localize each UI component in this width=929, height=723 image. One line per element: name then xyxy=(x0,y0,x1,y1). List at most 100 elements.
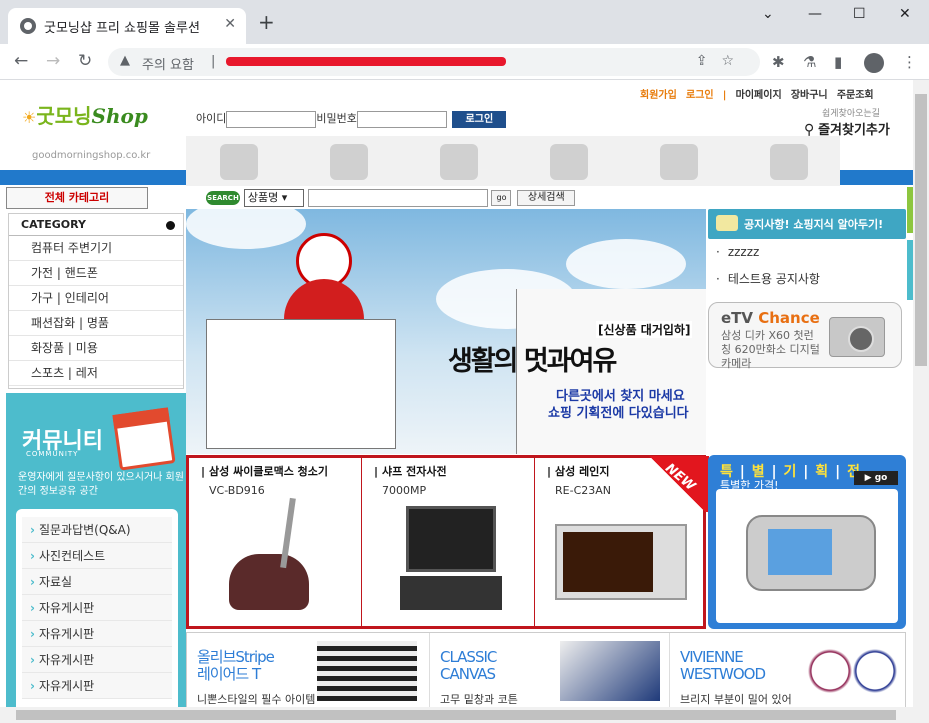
bookmark-widget[interactable]: 쉽게찾아오는길 ⚲ 즐겨찾기추가 xyxy=(804,106,890,138)
cloud xyxy=(566,239,686,289)
vertical-scroll-thumb[interactable] xyxy=(915,94,927,366)
search-go-button[interactable]: go xyxy=(491,190,512,206)
sun-icon: ☀ xyxy=(22,108,37,127)
notice-item[interactable]: 테스트용 공지사항 xyxy=(716,270,820,287)
product-name[interactable]: 삼성 레인지 xyxy=(547,463,609,479)
profile-avatar-icon[interactable] xyxy=(864,53,884,73)
back-arrow-icon[interactable]: ← xyxy=(14,51,28,71)
minimize-icon[interactable]: — xyxy=(808,6,822,22)
lab-flask-icon[interactable]: ⚗ xyxy=(803,53,816,71)
search-type-select[interactable]: 상품명 ▾ xyxy=(243,189,304,207)
etv-chance-banner[interactable]: eTV Chance 삼성 디카 X60 첫런칭 620만화소 디지털카메라 xyxy=(708,302,902,370)
forward-arrow-icon[interactable]: → xyxy=(46,51,60,71)
vacuum-cleaner-image[interactable] xyxy=(229,554,309,610)
category-item[interactable]: 화장품 | 미용 xyxy=(9,336,183,361)
product-card[interactable]: 샤프 전자사전 7000MP xyxy=(362,458,535,626)
promo-card[interactable]: VIVIENNE WESTWOOD 브리지 부분이 밀어 있어 xyxy=(669,633,909,707)
advanced-search-button[interactable]: 상세검색 xyxy=(517,190,576,206)
category-item[interactable]: 패션잡화 | 명품 xyxy=(9,311,183,336)
stripe-shirt-image xyxy=(317,641,417,701)
special-char: 획 xyxy=(815,464,830,480)
vertical-scrollbar[interactable] xyxy=(913,80,929,707)
promo-card[interactable]: 올리브Stripe 레이어드 T 니뽄스타일의 필수 아이템 xyxy=(187,633,427,707)
product-card[interactable]: 삼성 싸이클로맥스 청소기 VC-BD916 xyxy=(189,458,362,626)
search-bar: SEARCH 상품명 ▾ go 상세검색 xyxy=(206,189,576,207)
category-item[interactable]: 스포츠 | 레저 xyxy=(9,361,183,386)
order-lookup-link[interactable]: 주문조회 xyxy=(837,90,874,101)
search-type-value: 상품명 xyxy=(247,191,279,204)
community-item[interactable]: 자유게시판 xyxy=(22,673,172,699)
reload-icon[interactable]: ↻ xyxy=(78,51,92,71)
special-promo[interactable]: 특 | 별 | 기 | 획 | 전 특별한 가격! ▶ go xyxy=(708,455,906,629)
chevron-down-icon[interactable]: ⌄ xyxy=(762,6,774,22)
etv-brand-plain: eTV xyxy=(721,309,754,327)
cart-link[interactable]: 장바구니 xyxy=(791,90,828,101)
community-description: 운영자에게 질문사항이 있으시거나 회원간의 정보공유 공간 xyxy=(18,472,184,497)
browser-tab[interactable]: 굿모닝샵 프리 쇼핑몰 솔루션 ✕ xyxy=(8,8,246,44)
login-button[interactable]: 로그인 xyxy=(452,110,507,128)
security-warning-label[interactable]: 주의 요함 xyxy=(142,54,194,73)
bookmark-small-label: 쉽게찾아오는길 xyxy=(822,109,880,119)
login-link[interactable]: 로그인 xyxy=(686,90,714,101)
awning-illustration xyxy=(284,279,364,319)
community-item[interactable]: 자료실 xyxy=(22,569,172,595)
new-ribbon: NEW xyxy=(645,456,709,512)
community-item[interactable]: 자유게시판 xyxy=(22,621,172,647)
new-tab-button[interactable]: + xyxy=(258,12,275,32)
puzzle-placeholder-icon xyxy=(770,144,808,180)
category-item[interactable]: 가전 | 핸드폰 xyxy=(9,261,183,286)
join-link[interactable]: 회원가입 xyxy=(640,90,677,101)
microwave-window xyxy=(563,532,653,592)
camera-icon xyxy=(829,317,885,357)
page-viewport: ☀굿모닝Shop goodmorningshop.co.kr 회원가입 로그인 … xyxy=(0,80,913,707)
password-input[interactable] xyxy=(356,110,447,128)
id-input[interactable] xyxy=(226,110,317,128)
community-panel: 커뮤니티 COMMUNITY 운영자에게 질문사항이 있으시거나 회원간의 정보… xyxy=(6,393,186,707)
special-go-button[interactable]: ▶ go xyxy=(854,471,898,485)
warning-triangle-icon[interactable]: ▲ xyxy=(120,53,130,68)
category-item[interactable]: 컴퓨터 주변기기 xyxy=(9,236,183,261)
horizontal-scrollbar[interactable] xyxy=(0,707,929,723)
product-name[interactable]: 샤프 전자사전 xyxy=(374,463,447,479)
promo-title: CLASSIC CANVAS xyxy=(440,648,497,683)
site-logo[interactable]: ☀굿모닝Shop goodmorningshop.co.kr xyxy=(22,100,150,161)
window-close-icon[interactable]: ✕ xyxy=(899,6,911,22)
share-and-bookmark-icons[interactable]: ⇪☆ xyxy=(696,53,748,69)
notice-item[interactable]: zzzzz xyxy=(716,245,760,259)
notice-header[interactable]: 공지사항! 쇼핑지식 알아두기! xyxy=(708,209,906,239)
community-item[interactable]: 자유게시판 xyxy=(22,595,172,621)
canvas-shoes-image xyxy=(560,641,660,701)
close-tab-icon[interactable]: ✕ xyxy=(224,16,236,32)
category-item[interactable]: 가구 | 인테리어 xyxy=(9,286,183,311)
puzzle-placeholder-icon xyxy=(660,144,698,180)
top-links: 회원가입 로그인 | 마이페이지 장바구니 주문조회 xyxy=(640,86,880,101)
product-model: 7000MP xyxy=(382,484,427,497)
horizontal-scroll-thumb[interactable] xyxy=(16,710,896,720)
product-name[interactable]: 삼성 싸이클로맥스 청소기 xyxy=(201,463,328,479)
password-label: 비밀번호 xyxy=(316,112,357,125)
extensions-icon[interactable]: ✱ xyxy=(772,53,785,71)
notice-title: 공지사항! 쇼핑지식 알아두기! xyxy=(744,218,884,231)
mp3-player-image[interactable] xyxy=(716,489,898,623)
mypage-link[interactable]: 마이페이지 xyxy=(736,90,782,101)
address-bar[interactable]: ▲ 주의 요함 | ⇪☆ xyxy=(108,48,760,76)
etv-description: 삼성 디카 X60 첫런칭 620만화소 디지털카메라 xyxy=(721,329,820,370)
puzzle-placeholder-icon xyxy=(330,144,368,180)
community-item[interactable]: 사진컨테스트 xyxy=(22,543,172,569)
side-panel-icon[interactable]: ▮ xyxy=(834,53,842,71)
search-input[interactable] xyxy=(307,189,488,207)
community-item[interactable]: 질문과답변(Q&A) xyxy=(22,517,172,543)
puzzle-placeholder-icon xyxy=(440,144,478,180)
all-category-button[interactable]: 전체 카테고리 xyxy=(6,187,148,209)
kebab-menu-icon[interactable]: ⋮ xyxy=(902,53,917,71)
e-dictionary-image[interactable] xyxy=(406,506,496,572)
special-divider: | xyxy=(835,464,842,480)
arrow-circle-icon[interactable] xyxy=(166,221,175,230)
tab-title: 굿모닝샵 프리 쇼핑몰 솔루션 xyxy=(44,21,200,36)
maximize-icon[interactable]: ☐ xyxy=(853,6,866,22)
community-item[interactable]: 자유게시판 xyxy=(22,647,172,673)
promo-desc: 고무 밑창과 코튼 xyxy=(440,693,518,706)
main-banner[interactable]: [신상품 대거입하] 생활의 멋과여유 다른곳에서 찾지 마세요 쇼핑 기획전에… xyxy=(186,209,706,454)
promo-card[interactable]: CLASSIC CANVAS 고무 밑창과 코튼 xyxy=(429,633,669,707)
banner-line-2: 쇼핑 기획전에 다있습니다 xyxy=(548,406,689,421)
